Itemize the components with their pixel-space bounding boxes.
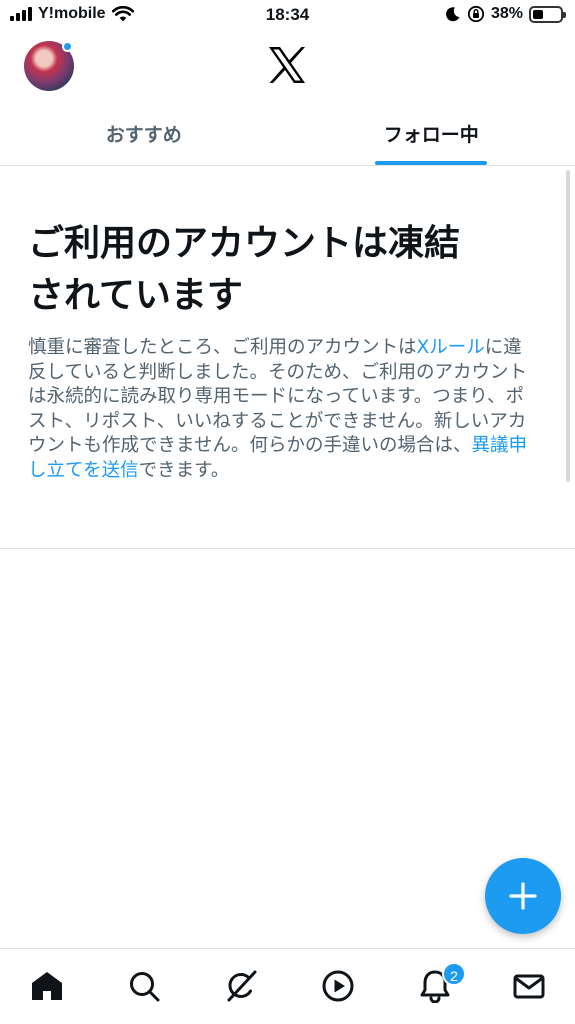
tab-following-label: フォロー中 (383, 124, 479, 146)
messages-icon[interactable] (512, 969, 546, 1003)
status-right: 38% (445, 5, 566, 23)
battery-icon (529, 5, 566, 23)
suspension-notice: ご利用のアカウントは凍結 されています 慎重に審査したところ、ご利用のアカウント… (0, 166, 575, 549)
battery-fill (533, 9, 543, 19)
timeline-tabs: おすすめ フォロー中 (0, 102, 575, 166)
scrollbar[interactable] (566, 170, 570, 482)
search-icon[interactable] (127, 969, 161, 1003)
status-bar: Y!mobile 18:34 38% (0, 0, 575, 32)
moon-icon (446, 7, 460, 22)
compose-button[interactable] (485, 858, 561, 934)
orientation-lock-icon (467, 5, 485, 23)
notice-body: 慎重に審査したところ、ご利用のアカウントはXルールに違反していると判断しました。… (28, 336, 538, 483)
notification-badge: 2 (442, 962, 466, 986)
notice-body-part3: できます。 (138, 459, 230, 481)
x-logo-icon[interactable] (267, 45, 307, 85)
avatar-notification-dot (62, 41, 73, 52)
video-icon[interactable] (321, 969, 355, 1003)
home-icon[interactable] (30, 969, 64, 1003)
active-tab-indicator (375, 161, 488, 165)
notice-title: ご利用のアカウントは凍結 されています (28, 218, 548, 322)
plus-icon (509, 882, 537, 910)
notice-body-part1: 慎重に審査したところ、ご利用のアカウントは (28, 337, 417, 358)
notice-title-line2: されています (28, 275, 243, 316)
tab-for-you-label: おすすめ (105, 124, 182, 146)
grok-icon[interactable] (224, 969, 258, 1003)
x-rules-link[interactable]: Xルール (417, 337, 485, 358)
tab-following[interactable]: フォロー中 (288, 102, 575, 165)
notice-title-line1: ご利用のアカウントは凍結 (28, 223, 461, 264)
tab-for-you[interactable]: おすすめ (0, 102, 288, 165)
app-header (0, 32, 575, 102)
battery-percent: 38% (490, 5, 523, 22)
bottom-nav (0, 948, 575, 1024)
